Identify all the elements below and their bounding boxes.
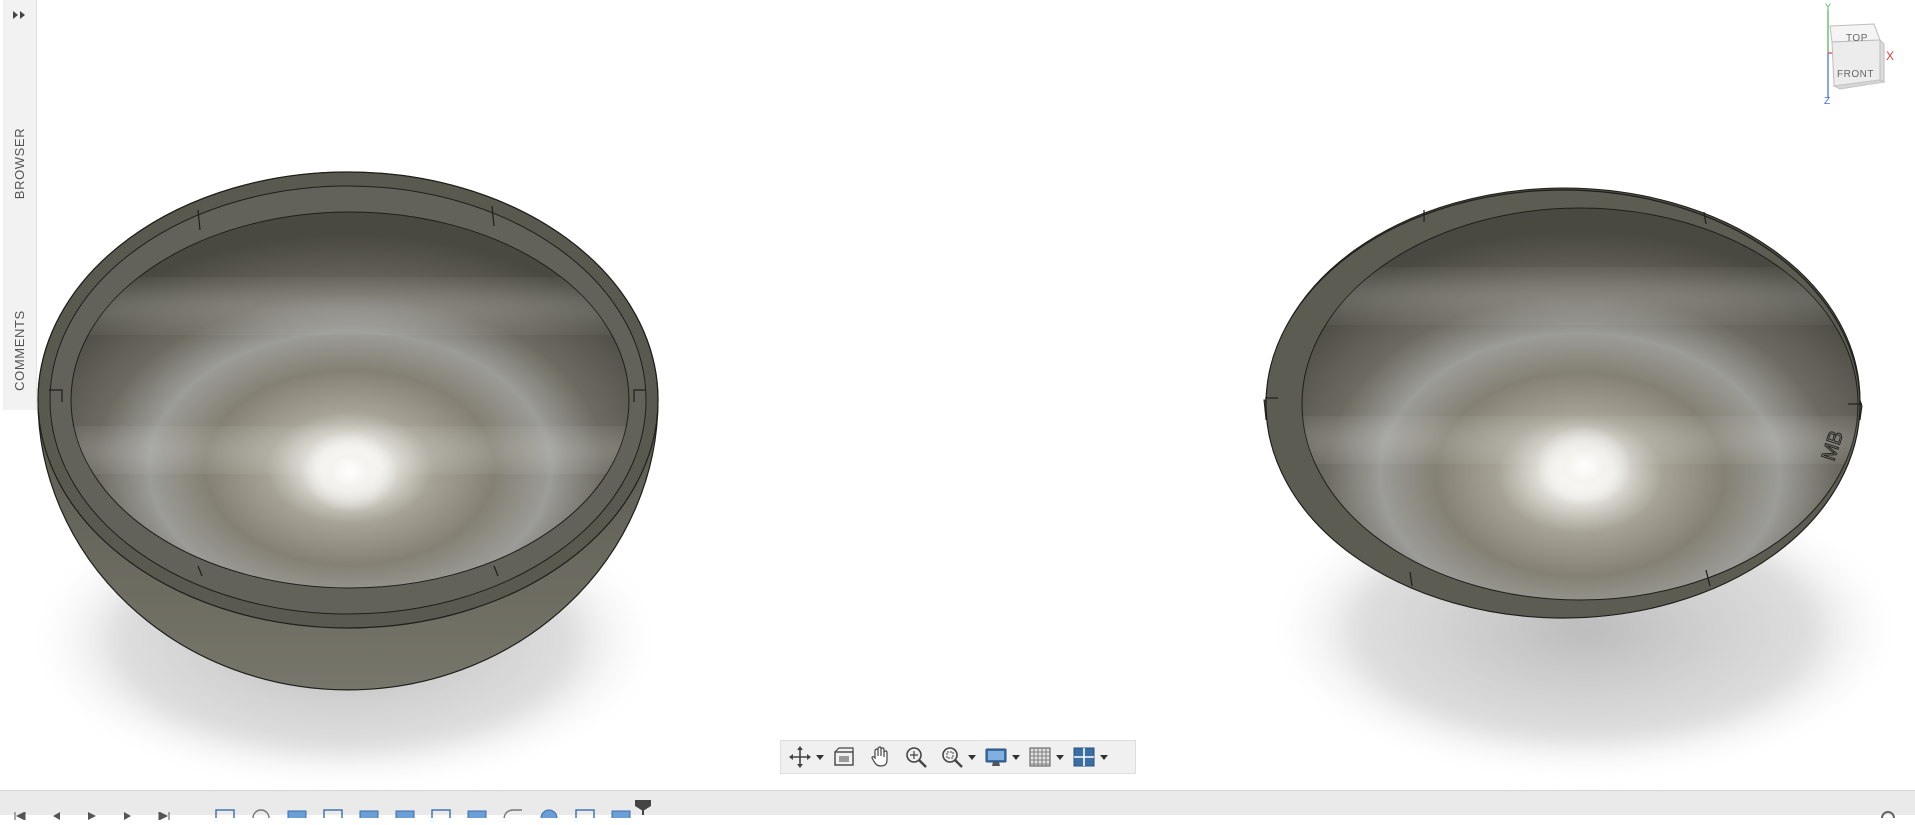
fit-button[interactable] xyxy=(939,743,983,771)
skip-back-icon xyxy=(14,811,26,821)
left-inner-surface xyxy=(70,211,630,589)
chevron-down-icon xyxy=(1012,755,1020,760)
look-at-button[interactable] xyxy=(831,743,857,771)
viewports-icon xyxy=(1073,747,1095,767)
axis-x-label: X xyxy=(1886,49,1895,63)
chevron-down-icon xyxy=(968,755,976,760)
extrude-icon xyxy=(287,810,307,822)
left-hemisphere[interactable] xyxy=(25,171,665,790)
orbit-icon xyxy=(789,746,811,768)
chevron-down-icon xyxy=(1056,755,1064,760)
look-at-icon xyxy=(834,747,854,766)
viewcube-front-label[interactable]: FRONT xyxy=(1837,69,1874,80)
timeline-marker[interactable] xyxy=(634,800,652,815)
model-scene[interactable]: MB xyxy=(0,0,1915,790)
play-icon xyxy=(88,812,96,820)
fillet-icon xyxy=(503,809,522,821)
timeline-bar xyxy=(0,790,1915,825)
axis-y-label: Y xyxy=(1825,2,1832,12)
pan-button[interactable] xyxy=(867,743,893,771)
extrude-icon xyxy=(395,810,415,822)
step-forward-icon xyxy=(124,812,131,820)
sketch-icon xyxy=(323,809,343,821)
split-icon xyxy=(540,809,558,825)
tab-comments[interactable]: COMMENTS xyxy=(3,300,36,400)
right-inner-surface xyxy=(1301,207,1859,601)
pan-hand-icon xyxy=(871,746,888,767)
timeline-marker-icon xyxy=(635,800,651,815)
sketch-icon xyxy=(215,809,235,821)
extrude-icon xyxy=(611,810,631,822)
tab-comments-label: COMMENTS xyxy=(12,309,28,391)
tab-browser[interactable]: BROWSER xyxy=(3,118,36,208)
viewcube-graphic xyxy=(1827,10,1886,98)
axis-z-label: Z xyxy=(1824,96,1831,107)
grid-snaps-button[interactable] xyxy=(1027,743,1071,771)
chevron-down-icon xyxy=(1100,755,1108,760)
display-monitor-icon xyxy=(985,748,1007,766)
step-back-icon xyxy=(53,812,60,820)
grid-icon xyxy=(1029,747,1051,767)
navigation-toolbar xyxy=(780,740,1136,774)
display-settings-button[interactable] xyxy=(983,743,1027,771)
right-hemisphere[interactable]: MB xyxy=(1263,187,1905,780)
viewcube-top-label[interactable]: TOP xyxy=(1846,33,1868,44)
sketch-icon xyxy=(431,809,451,821)
viewcube[interactable]: TOP FRONT Y X Z xyxy=(1812,0,1912,110)
gear-icon xyxy=(1881,811,1895,825)
skip-forward-icon xyxy=(158,811,170,821)
extrude-icon xyxy=(467,810,487,822)
canvas-viewport[interactable]: MB BROWSER COMMENTS TOP FRONT Y X Z xyxy=(0,0,1915,790)
double-chevron-right-icon xyxy=(13,11,25,19)
viewports-button[interactable] xyxy=(1071,743,1115,771)
chevron-down-icon xyxy=(816,755,824,760)
fit-zoom-icon xyxy=(942,747,963,768)
side-panel: BROWSER COMMENTS xyxy=(3,0,37,410)
revolve-icon xyxy=(252,809,270,825)
orbit-button[interactable] xyxy=(787,743,831,771)
zoom-button[interactable] xyxy=(903,743,929,771)
sketch-icon xyxy=(575,809,595,821)
extrude-icon xyxy=(359,810,379,822)
expand-panel-button[interactable] xyxy=(9,6,31,24)
zoom-icon xyxy=(906,747,927,768)
tab-browser-label: BROWSER xyxy=(12,127,27,199)
